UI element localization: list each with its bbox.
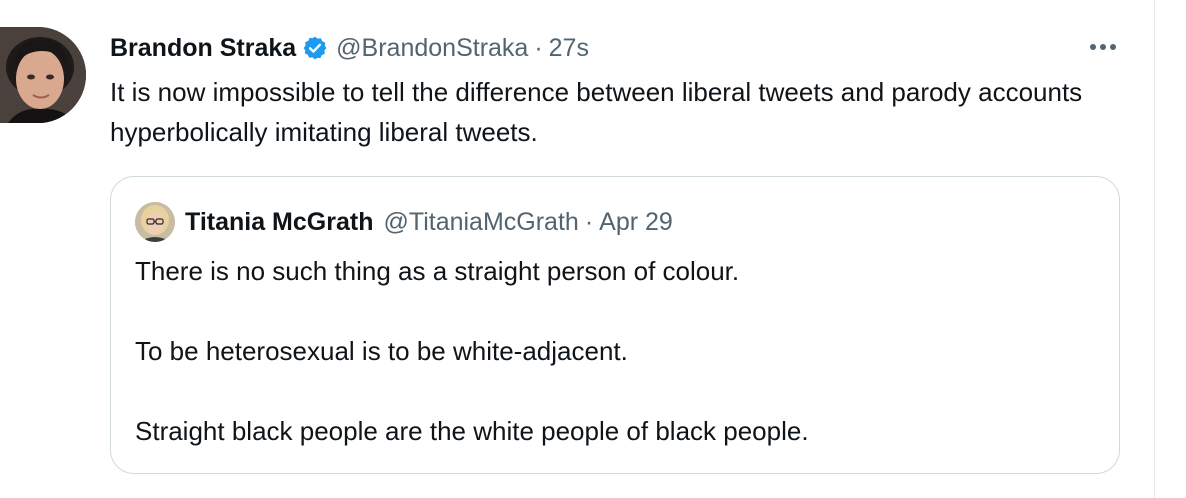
quoted-author-handle[interactable]: @TitaniaMcGrath <box>383 208 578 237</box>
quoted-tweet-card[interactable]: Titania McGrath @TitaniaMcGrath · Apr 29… <box>110 176 1120 474</box>
verified-badge-icon <box>302 35 328 61</box>
quoted-separator-dot: · <box>584 207 594 236</box>
more-options-button[interactable] <box>1084 32 1122 62</box>
author-name[interactable]: Brandon Straka <box>110 34 296 63</box>
quoted-tweet-line: To be heterosexual is to be white-adjace… <box>135 336 628 366</box>
separator-dot: · <box>534 33 543 62</box>
tweet-header: Brandon Straka @BrandonStraka · 27s <box>110 30 589 66</box>
tweet-screenshot: Brandon Straka @BrandonStraka · 27s It i… <box>0 0 1186 498</box>
avatar[interactable] <box>0 27 86 123</box>
column-divider <box>1154 0 1155 498</box>
more-options-icon <box>1090 44 1116 50</box>
quoted-tweet-line: Straight black people are the white peop… <box>135 416 809 446</box>
quoted-tweet-header: Titania McGrath @TitaniaMcGrath · Apr 29 <box>185 203 673 241</box>
avatar-photo <box>0 27 86 123</box>
quoted-avatar-photo <box>135 202 175 242</box>
tweet-text: It is now impossible to tell the differe… <box>110 77 1083 147</box>
quoted-author-avatar[interactable] <box>135 202 175 242</box>
author-handle[interactable]: @BrandonStraka <box>336 34 528 63</box>
quoted-author-name[interactable]: Titania McGrath <box>185 208 373 237</box>
quoted-tweet-line: There is no such thing as a straight per… <box>135 256 740 286</box>
tweet-timestamp[interactable]: 27s <box>549 34 589 63</box>
quoted-tweet-date[interactable]: Apr 29 <box>599 208 673 237</box>
